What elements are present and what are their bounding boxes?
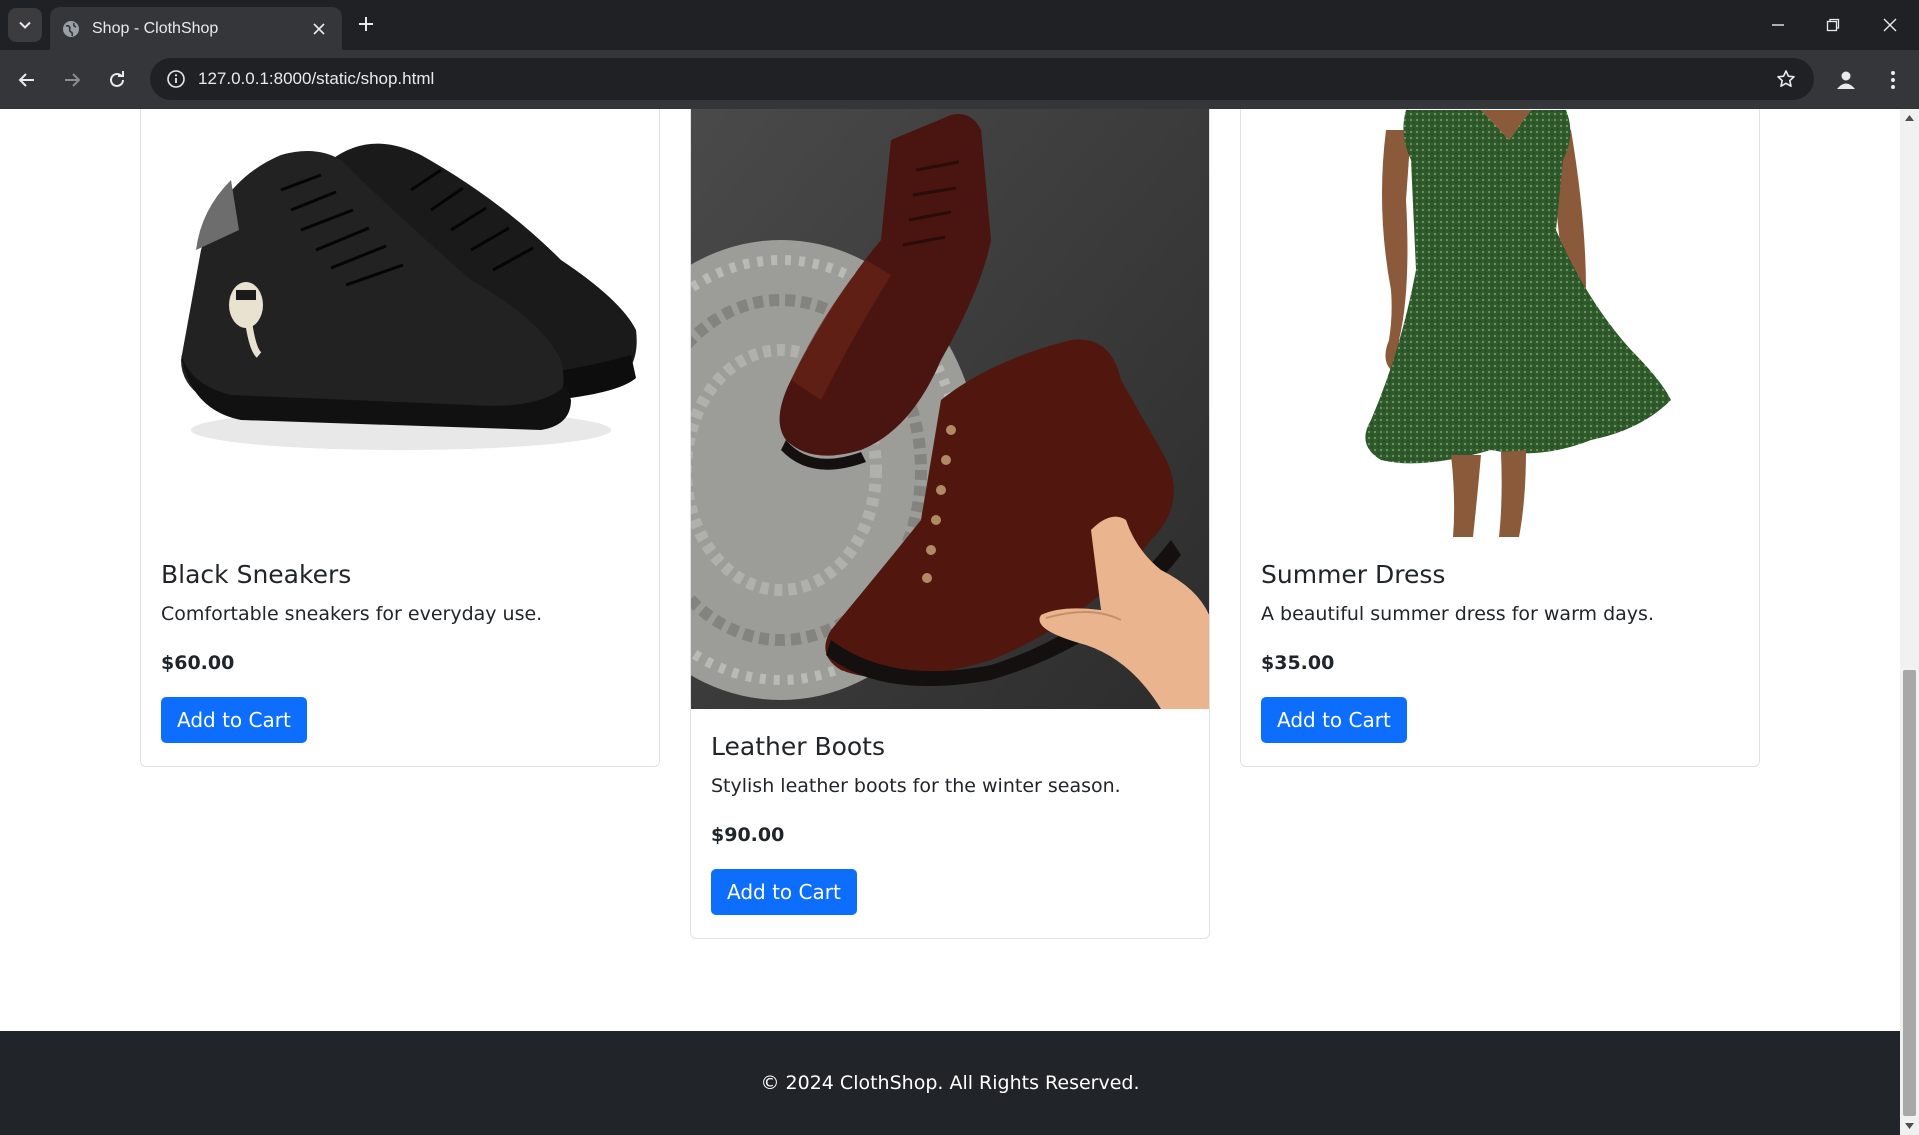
restore-button[interactable]: [1811, 0, 1855, 50]
product-price: $90.00: [711, 824, 785, 846]
site-info-button[interactable]: [164, 67, 188, 91]
scroll-up-button[interactable]: [1900, 109, 1919, 127]
info-icon: [167, 70, 185, 88]
product-card: Summer Dress A beautiful summer dress fo…: [1240, 109, 1760, 767]
chevron-down-icon: [19, 21, 31, 29]
dress-image: [1365, 110, 1671, 537]
triangle-down-icon: [1905, 1123, 1914, 1129]
arrow-left-icon: [18, 73, 34, 87]
product-image-boots: [691, 109, 1209, 709]
arrow-right-icon: [65, 73, 81, 87]
product-card: Leather Boots Stylish leather boots for …: [690, 109, 1210, 939]
add-to-cart-button[interactable]: Add to Cart: [1261, 697, 1407, 743]
more-vertical-icon: [1891, 71, 1895, 89]
footer-copyright: © 2024 ClothShop. All Rights Reserved.: [760, 1072, 1140, 1094]
add-to-cart-button[interactable]: Add to Cart: [161, 697, 307, 743]
page-content: Black Sneakers Comfortable sneakers for …: [0, 109, 1900, 1135]
product-title: Leather Boots: [711, 732, 886, 761]
product-price: $35.00: [1261, 652, 1335, 674]
page-scrollbar[interactable]: [1900, 109, 1919, 1135]
globe-icon: [63, 20, 79, 37]
product-description: Stylish leather boots for the winter sea…: [711, 775, 1121, 797]
sneakers-image: [181, 143, 637, 450]
back-button[interactable]: [9, 62, 45, 98]
url-text[interactable]: 127.0.0.1:8000/static/shop.html: [198, 69, 1768, 89]
product-price: $60.00: [161, 652, 235, 674]
close-window-button[interactable]: [1868, 0, 1912, 50]
browser-toolbar: 127.0.0.1:8000/static/shop.html: [0, 50, 1919, 109]
reload-button[interactable]: [99, 62, 135, 98]
product-description: Comfortable sneakers for everyday use.: [161, 603, 543, 625]
page-footer: © 2024 ClothShop. All Rights Reserved.: [0, 1031, 1900, 1135]
minimize-icon: [1772, 24, 1784, 26]
restore-icon: [1826, 18, 1840, 32]
add-to-cart-button[interactable]: Add to Cart: [711, 869, 857, 915]
close-icon: [1883, 18, 1897, 32]
product-image-dress: [1241, 109, 1759, 537]
forward-button[interactable]: [54, 62, 90, 98]
product-description: A beautiful summer dress for warm days.: [1261, 603, 1654, 625]
star-icon: [1777, 70, 1795, 87]
close-icon: [313, 22, 325, 35]
minimize-button[interactable]: [1756, 0, 1800, 50]
bookmark-button[interactable]: [1768, 61, 1804, 97]
profile-icon: [1837, 71, 1855, 89]
boots-image: [691, 109, 1209, 709]
product-title: Summer Dress: [1261, 560, 1446, 589]
tab-close-button[interactable]: [308, 18, 330, 40]
tab-search-button[interactable]: [8, 8, 42, 42]
scroll-down-button[interactable]: [1900, 1117, 1919, 1135]
profile-button[interactable]: [1830, 64, 1862, 96]
browser-tab[interactable]: Shop - ClothShop: [50, 7, 342, 50]
address-bar[interactable]: 127.0.0.1:8000/static/shop.html: [150, 58, 1814, 100]
product-card: Black Sneakers Comfortable sneakers for …: [140, 109, 660, 767]
triangle-up-icon: [1905, 115, 1914, 121]
scrollbar-thumb[interactable]: [1903, 670, 1916, 1116]
tab-title: Shop - ClothShop: [92, 19, 219, 37]
reload-icon: [110, 71, 124, 87]
browser-menu-button[interactable]: [1878, 64, 1908, 96]
product-image-sneakers: [141, 109, 659, 537]
browser-tab-bar: Shop - ClothShop: [0, 0, 1919, 50]
new-tab-button[interactable]: [352, 10, 380, 38]
product-title: Black Sneakers: [161, 560, 352, 589]
plus-icon: [359, 17, 373, 31]
